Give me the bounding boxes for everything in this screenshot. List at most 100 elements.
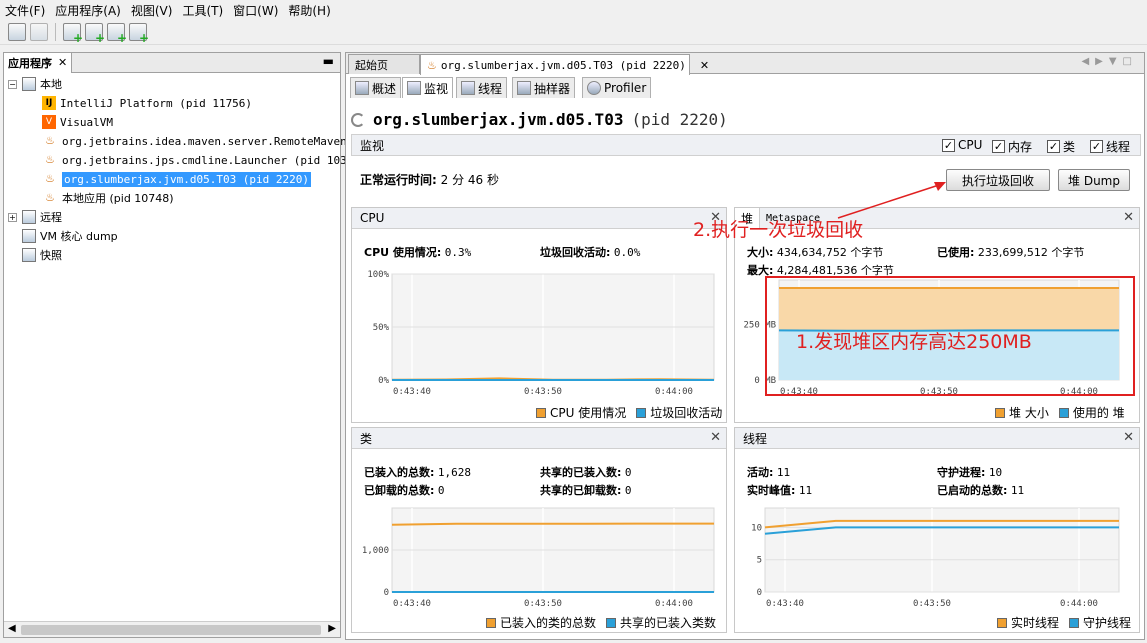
checkbox-label: 线程 xyxy=(1106,140,1131,154)
subtab-threads[interactable]: 线程 xyxy=(456,77,508,98)
checkbox-threads[interactable]: ✓ 线程 xyxy=(1090,138,1130,155)
tree-node-local[interactable]: 本地 xyxy=(22,75,62,93)
java-icon: ♨ xyxy=(45,134,55,147)
heap-size-stat: 大小: 434,634,752 个字节 xyxy=(747,244,883,260)
live-threads-stat: 活动: 11 xyxy=(747,464,790,480)
legend-label: 守护线程 xyxy=(1083,616,1132,630)
java-icon: ♨ xyxy=(45,191,55,204)
close-icon[interactable]: ✕ xyxy=(710,430,721,445)
tab-start-page[interactable]: 起始页 xyxy=(348,54,420,74)
stat-value: 1,628 xyxy=(437,466,472,479)
tree-node-remote[interactable]: 远程 xyxy=(22,208,62,226)
stat-label: 大小: xyxy=(747,246,774,259)
close-icon[interactable]: ✕ xyxy=(700,59,709,72)
subtab-sampler[interactable]: 抽样器 xyxy=(512,77,576,98)
profiler-icon xyxy=(587,81,601,95)
horizontal-scrollbar[interactable]: ◀ ▶ xyxy=(4,621,340,637)
document-tabs: 起始页 ♨ org.slumberjax.jvm.d05.T03 (pid 22… xyxy=(346,53,1144,75)
tree-node-app[interactable]: ♨ org.jetbrains.jps.cmdline.Launcher (pi… xyxy=(42,151,367,169)
add-snapshot-icon[interactable] xyxy=(129,23,149,45)
add-remote-host-icon[interactable] xyxy=(85,23,105,45)
subtab-profiler[interactable]: Profiler xyxy=(582,77,652,98)
subtab-monitor[interactable]: 监视 xyxy=(402,77,454,98)
cpu-usage-stat: CPU 使用情况: 0.3% xyxy=(364,244,471,260)
subtab-label: 线程 xyxy=(478,81,503,96)
tree-node-app[interactable]: IJ IntelliJ Platform (pid 11756) xyxy=(42,94,252,112)
tree-node-app[interactable]: ♨ 本地应用 (pid 10748) xyxy=(42,189,174,207)
classes-pane: 类 ✕ 已装入的总数: 1,628 共享的已装入数: 0 已卸载的总数: 0 共… xyxy=(351,427,727,633)
x-tick-label: 0:43:50 xyxy=(524,387,562,397)
open-file-icon[interactable] xyxy=(8,23,26,41)
menu-help[interactable]: 帮助(H) xyxy=(283,2,335,19)
perform-gc-button[interactable]: 执行垃圾回收 xyxy=(946,169,1050,191)
heap-used-stat: 已使用: 233,699,512 个字节 xyxy=(937,244,1084,260)
close-icon[interactable]: ✕ xyxy=(1123,430,1134,445)
peak-threads-stat: 实时峰值: 11 xyxy=(747,482,812,498)
monitor-icon xyxy=(407,81,421,95)
uptime-value: 2 分 46 秒 xyxy=(440,173,499,187)
stat-label: 垃圾回收活动: xyxy=(540,246,611,259)
stat-value: 0 xyxy=(624,466,632,479)
save-icon[interactable] xyxy=(30,23,48,41)
stat-label: 已卸载的总数: xyxy=(364,484,435,497)
close-icon[interactable]: ✕ xyxy=(1123,210,1134,225)
stat-value: 0 xyxy=(624,484,632,497)
menu-file[interactable]: 文件(F) xyxy=(0,2,50,19)
y-tick-label: 10 xyxy=(751,523,762,533)
tree-node-app[interactable]: V VisualVM xyxy=(42,113,113,131)
threads-pane: 线程 ✕ 活动: 11 守护进程: 10 实时峰值: 11 已启动的总数: 11… xyxy=(734,427,1140,633)
x-tick-label: 0:43:40 xyxy=(393,387,431,397)
scrollbar-thumb[interactable] xyxy=(21,625,321,635)
menu-window[interactable]: 窗口(W) xyxy=(228,2,283,19)
expand-icon[interactable]: + xyxy=(8,213,17,222)
daemon-threads-stat: 守护进程: 10 xyxy=(937,464,1002,480)
menu-bar: 文件(F) 应用程序(A) 视图(V) 工具(T) 窗口(W) 帮助(H) xyxy=(0,0,1147,20)
tree-node-app-selected[interactable]: ♨ org.slumberjax.jvm.d05.T03 (pid 2220) xyxy=(42,170,312,188)
check-icon: ✓ xyxy=(1090,140,1103,153)
cpu-legend: CPU 使用情况 垃圾回收活动 xyxy=(536,404,722,421)
tab-navigation-icon[interactable]: ◀▶▼□ xyxy=(1081,56,1138,67)
checkbox-classes[interactable]: ✓ 类 xyxy=(1047,138,1075,155)
checkbox-cpu[interactable]: ✓ CPU xyxy=(942,138,982,152)
y-tick-label: 0% xyxy=(378,376,389,386)
legend-label: 已装入的类的总数 xyxy=(500,616,597,630)
collapse-icon[interactable]: − xyxy=(8,80,17,89)
tab-label: 起始页 xyxy=(355,58,388,72)
snapshot-icon xyxy=(22,248,36,262)
tree-node-app[interactable]: ♨ org.jetbrains.idea.maven.server.Remote… xyxy=(42,132,373,150)
applications-tab-bar: 应用程序 ✕ ▬ xyxy=(4,52,340,73)
minimize-icon[interactable]: ▬ xyxy=(323,54,334,68)
legend-swatch xyxy=(1069,617,1080,628)
menu-view[interactable]: 视图(V) xyxy=(126,2,178,19)
scroll-left-icon[interactable]: ◀ xyxy=(8,623,16,634)
menu-application[interactable]: 应用程序(A) xyxy=(50,2,126,19)
legend-label: CPU 使用情况 xyxy=(550,406,627,420)
legend-swatch xyxy=(636,407,647,418)
classes-legend: 已装入的类的总数 共享的已装入类数 xyxy=(486,614,716,631)
x-tick-label: 0:44:00 xyxy=(1060,599,1098,609)
threads-legend: 实时线程 守护线程 xyxy=(997,614,1131,631)
close-icon[interactable]: ✕ xyxy=(58,56,67,69)
heap-dump-button[interactable]: 堆 Dump xyxy=(1058,169,1130,191)
menu-tools[interactable]: 工具(T) xyxy=(177,2,228,19)
tree-label: IntelliJ Platform (pid 11756) xyxy=(60,96,253,110)
tree-node-snapshots[interactable]: 快照 xyxy=(22,246,62,264)
subtab-overview[interactable]: 概述 xyxy=(350,77,402,98)
tree-node-vm-dump[interactable]: VM 核心 dump xyxy=(22,227,118,245)
tree-label: 远程 xyxy=(40,211,62,224)
stat-label: 已装入的总数: xyxy=(364,466,435,479)
add-jmx-connection-icon[interactable] xyxy=(63,23,83,45)
applications-tab[interactable]: 应用程序 ✕ xyxy=(4,52,73,73)
add-vm-coredump-icon[interactable] xyxy=(107,23,127,45)
checkbox-memory[interactable]: ✓ 内存 xyxy=(992,138,1032,155)
tab-application[interactable]: ♨ org.slumberjax.jvm.d05.T03 (pid 2220) … xyxy=(420,54,709,75)
scroll-right-icon[interactable]: ▶ xyxy=(328,623,336,634)
stat-label: 活动: xyxy=(747,466,774,479)
subtab-label: 概述 xyxy=(372,81,397,96)
checkbox-label: 类 xyxy=(1063,140,1076,154)
legend-label: 使用的 堆 xyxy=(1072,406,1125,420)
app-name: org.slumberjax.jvm.d05.T03 xyxy=(373,110,624,129)
legend-label: 共享的已装入类数 xyxy=(620,616,717,630)
subtab-label: 监视 xyxy=(424,81,449,96)
legend-label: 堆 大小 xyxy=(1009,406,1049,420)
